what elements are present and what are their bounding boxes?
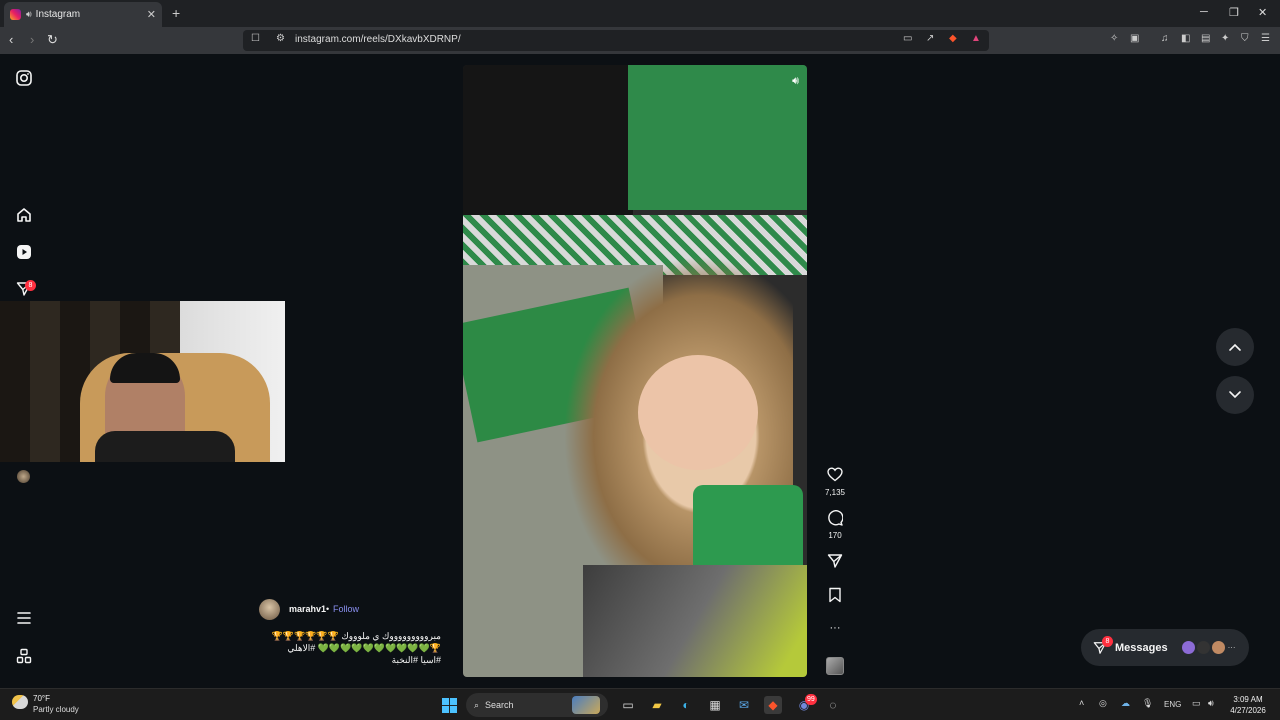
cast-icon[interactable]: ▭ <box>903 33 912 44</box>
url-text: instagram.com/reels/DXkavbXDRNP/ <box>295 34 461 45</box>
follow-button[interactable]: Follow <box>333 604 359 614</box>
caption-line-2: 🏆💚💚💚💚💚💚💚💚💚💚 #الاهلي <box>287 643 441 653</box>
home-icon[interactable] <box>15 206 33 224</box>
store-icon[interactable]: ▦ <box>706 696 724 714</box>
comment-icon[interactable] <box>826 510 844 530</box>
tab-instagram[interactable]: 🔊︎ Instagram ✕ <box>4 2 162 27</box>
bookmark-icon[interactable]: ☐ <box>251 33 260 44</box>
webcam-overlay <box>0 301 285 462</box>
webcam-person-shirt <box>95 431 235 462</box>
speaker-icon[interactable]: 🔊︎ <box>26 9 32 20</box>
author-username[interactable]: marahv1 <box>289 604 326 614</box>
show-hidden-icons[interactable]: ˄ <box>1079 698 1084 708</box>
previous-reel-button[interactable] <box>1216 328 1254 366</box>
task-view-icon[interactable]: ▭ <box>619 696 637 714</box>
windows-taskbar: 70°F Partly cloudy ⌕ Search ▭ ▰ ◐ ▦ ✉ ◆ … <box>0 688 1280 720</box>
share-icon[interactable] <box>826 553 844 573</box>
more-menu-icon[interactable] <box>15 609 33 627</box>
clock[interactable]: 3:09 AM 4/27/2026 <box>1226 694 1270 716</box>
video-green-shirt <box>628 65 807 210</box>
messages-more-icon: ··· <box>1227 643 1236 652</box>
browser-toolbar: ‹ › ↻ ☐ ⚙ instagram.com/reels/DXkavbXDRN… <box>0 27 1280 54</box>
save-icon[interactable] <box>826 587 844 607</box>
windows-start-icon[interactable] <box>440 696 458 714</box>
instagram-logo-icon[interactable] <box>15 69 33 87</box>
clock-date: 4/27/2026 <box>1230 706 1266 715</box>
taskbar-search[interactable]: ⌕ Search <box>466 693 608 717</box>
webcam-person-hair <box>110 353 180 383</box>
audio-thumbnail[interactable] <box>826 657 844 675</box>
back-icon[interactable]: ‹ <box>9 32 13 47</box>
site-info-icon[interactable]: ⚙ <box>276 33 285 44</box>
brave-shield-icon[interactable]: ◆ <box>949 33 957 44</box>
separator-dot: • <box>326 604 330 614</box>
video-face <box>638 355 758 470</box>
contact-avatar-2 <box>1196 641 1210 654</box>
reel-video[interactable]: 🔊︎ <box>463 65 807 677</box>
author-avatar[interactable] <box>259 599 280 620</box>
contact-avatar-1 <box>1181 641 1195 654</box>
also-from-meta-icon[interactable] <box>15 647 33 665</box>
reels-icon[interactable] <box>15 243 33 261</box>
share-icon[interactable]: ↗ <box>926 33 934 44</box>
contact-avatar-3 <box>1211 641 1225 654</box>
menu-icon[interactable]: ☰ <box>1261 33 1270 44</box>
video-dark-area <box>463 65 633 215</box>
language-indicator[interactable]: ENG <box>1164 700 1181 709</box>
discord-badge: 99 <box>805 694 817 705</box>
restore-button[interactable]: ❐ <box>1229 6 1239 19</box>
messages-badge: 8 <box>1102 636 1113 647</box>
sidebar-toggle-icon[interactable]: ◧ <box>1181 33 1190 44</box>
wallet-icon[interactable]: ▤ <box>1201 33 1210 44</box>
more-options-icon[interactable]: ··· <box>826 622 844 634</box>
clock-time: 3:09 AM <box>1233 695 1263 704</box>
messages-button[interactable]: 8 Messages ··· <box>1081 629 1249 666</box>
screenshot-icon[interactable]: ▣ <box>1130 33 1139 44</box>
minimize-button[interactable]: ─ <box>1200 6 1208 18</box>
edge-icon[interactable]: ◐ <box>677 696 695 714</box>
search-highlight-icon <box>572 696 600 714</box>
mail-icon[interactable]: ✉ <box>735 696 753 714</box>
brave-rewards-icon[interactable]: ▲ <box>971 33 981 44</box>
browser-tab-strip: 🔊︎ Instagram ✕ + ─ ❐ ✕ <box>0 0 1280 27</box>
video-background-crowd <box>583 565 807 677</box>
app-icon[interactable]: ◌ <box>824 696 842 714</box>
instagram-favicon-icon <box>10 9 21 20</box>
address-bar[interactable]: ☐ ⚙ instagram.com/reels/DXkavbXDRNP/ ▭ ↗… <box>243 30 989 51</box>
screen: 🔊︎ Instagram ✕ + ─ ❐ ✕ ‹ › ↻ ☐ ⚙ instagr… <box>0 0 1280 720</box>
new-tab-button[interactable]: + <box>172 5 180 21</box>
extensions-icon[interactable]: ✧ <box>1110 33 1118 44</box>
comment-count: 170 <box>828 531 842 540</box>
profile-avatar-icon[interactable] <box>17 470 30 483</box>
forward-icon[interactable]: › <box>30 32 34 47</box>
leo-ai-icon[interactable]: ✦ <box>1221 33 1229 44</box>
partly-cloudy-icon[interactable] <box>12 695 28 709</box>
next-reel-button[interactable] <box>1216 376 1254 414</box>
tray-app-icon[interactable]: ◎ <box>1099 698 1107 709</box>
volume-tray-icon[interactable]: 🔊︎ <box>1208 698 1214 709</box>
microphone-icon[interactable]: 🎙︎ <box>1142 698 1153 709</box>
notifications-badge: 8 <box>25 280 36 291</box>
brave-taskbar-icon[interactable]: ◆ <box>764 696 782 714</box>
onedrive-icon[interactable]: ☁ <box>1121 698 1130 709</box>
close-window-button[interactable]: ✕ <box>1258 6 1267 19</box>
close-tab-icon[interactable]: ✕ <box>147 8 156 21</box>
weather-description[interactable]: Partly cloudy <box>33 705 79 714</box>
tab-title: Instagram <box>35 9 81 20</box>
search-icon: ⌕ <box>474 699 480 710</box>
volume-icon[interactable]: 🔊︎ <box>792 75 799 88</box>
like-icon[interactable] <box>826 467 844 486</box>
weather-temperature[interactable]: 70°F <box>33 694 50 703</box>
caption-line-1: مبروووووووووك ي ملوووك 🏆🏆🏆🏆🏆🏆 <box>271 631 441 641</box>
like-count: 7,135 <box>824 488 846 497</box>
reload-icon[interactable]: ↻ <box>47 32 58 48</box>
search-placeholder: Search <box>485 700 514 710</box>
file-explorer-icon[interactable]: ▰ <box>648 696 666 714</box>
caption-line-3: #اسيا #النخبة <box>391 655 441 665</box>
media-icon[interactable]: ♫ <box>1161 33 1169 44</box>
vpn-icon[interactable]: ⛉ <box>1241 33 1249 44</box>
network-icon[interactable]: ▭ <box>1192 698 1201 709</box>
messages-label: Messages <box>1115 641 1168 654</box>
